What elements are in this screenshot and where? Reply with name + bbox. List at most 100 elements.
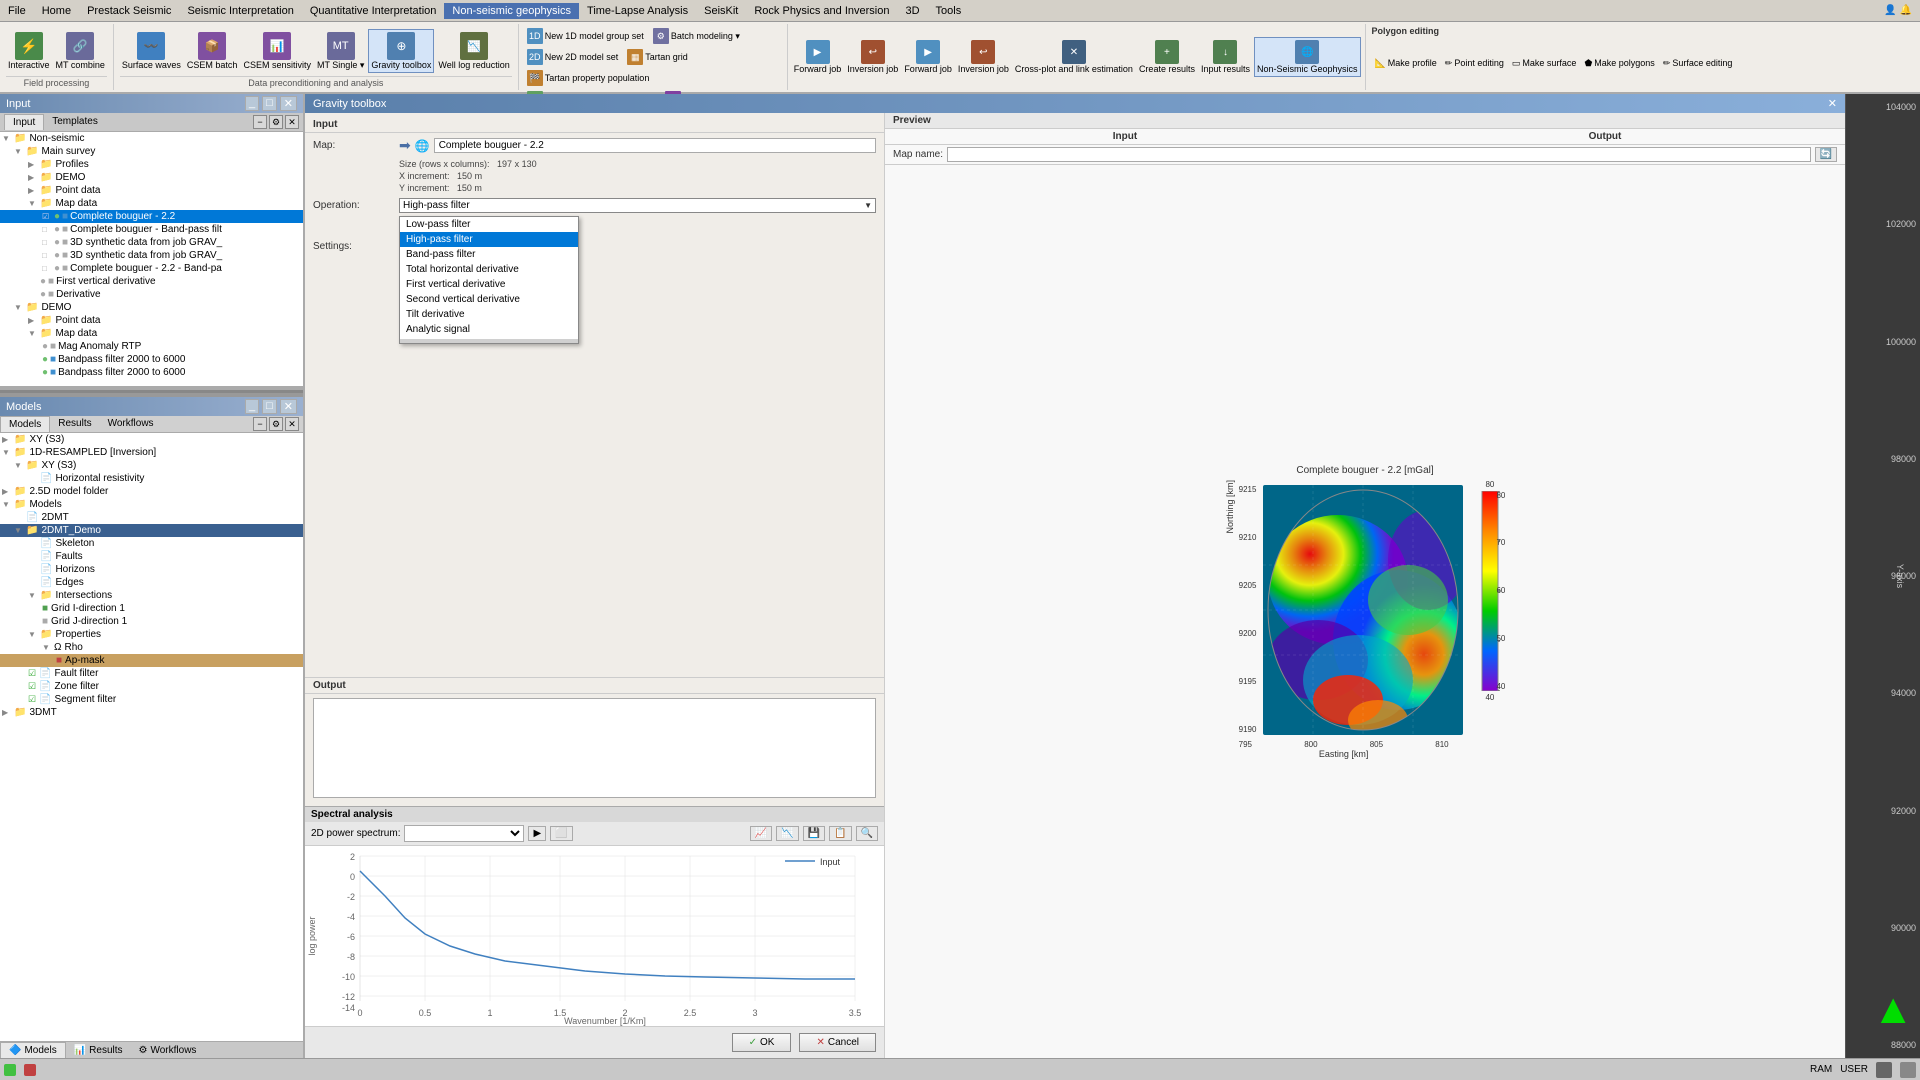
menu-quant[interactable]: Quantitative Interpretation bbox=[302, 3, 445, 19]
tab-templates[interactable]: Templates bbox=[44, 114, 106, 130]
menu-3d[interactable]: 3D bbox=[897, 3, 927, 19]
tree-item-edges[interactable]: 📄 Edges bbox=[0, 576, 303, 589]
tree-item-xy53-2[interactable]: ▼ 📁 XY (S3) bbox=[0, 459, 303, 472]
btn-point-editing[interactable]: ✏Point editing bbox=[1442, 57, 1507, 70]
tree-item-2dmt-demo[interactable]: ▼ 📁 2DMT_Demo bbox=[0, 524, 303, 537]
btn-csem-batch[interactable]: 📦 CSEM batch bbox=[185, 30, 240, 72]
tree-item-demo1[interactable]: ▶ 📁 DEMO bbox=[0, 171, 303, 184]
tree-item-pointdata2[interactable]: ▶ 📁 Point data bbox=[0, 314, 303, 327]
tab-results-bottom[interactable]: 📊 Results bbox=[66, 1042, 131, 1058]
tree-item-bouguer-bandpass[interactable]: □ ●■ Complete bouguer - Band-pass filt bbox=[0, 223, 303, 236]
btn-tartan-prop[interactable]: 🏁 Spectral analysis Tartan property popu… bbox=[523, 68, 654, 88]
tree-item-horizons[interactable]: 📄 Horizons bbox=[0, 563, 303, 576]
tree-item-mapdata2[interactable]: ▼ 📁 Map data bbox=[0, 327, 303, 340]
tree-item-25d-folder[interactable]: ▶ 📁 2.5D model folder bbox=[0, 485, 303, 498]
map-input[interactable] bbox=[434, 138, 876, 153]
tree-item-fault-filter[interactable]: ☑ 📄 Fault filter bbox=[0, 667, 303, 680]
chart-icon2[interactable]: 📉 bbox=[776, 826, 798, 841]
tree-item-ap-mask[interactable]: ■ Ap-mask bbox=[0, 654, 303, 667]
btn-batch-modeling[interactable]: ⚙ Batch modeling ▾ bbox=[649, 26, 744, 46]
operation-dropdown-trigger[interactable]: High-pass filter ▼ bbox=[399, 198, 876, 213]
tree-item-first-vert[interactable]: ●■ First vertical derivative bbox=[0, 275, 303, 288]
btn-interactive[interactable]: ⚡ Interactive bbox=[6, 30, 52, 72]
op-highpass[interactable]: High-pass filter bbox=[400, 232, 578, 247]
menu-rock[interactable]: Rock Physics and Inversion bbox=[746, 3, 897, 19]
btn-make-profile[interactable]: 📐Make profile bbox=[1372, 57, 1440, 70]
tree-item-main-survey[interactable]: ▼ 📁 Main survey bbox=[0, 145, 303, 158]
tab-input[interactable]: Input bbox=[4, 114, 44, 130]
models-close[interactable]: ✕ bbox=[280, 399, 297, 414]
tree-item-faults[interactable]: 📄 Faults bbox=[0, 550, 303, 563]
menu-file[interactable]: File bbox=[0, 3, 34, 19]
tree-item-rho[interactable]: ▼ Ω Rho bbox=[0, 641, 303, 654]
tab-workflows[interactable]: Workflows bbox=[100, 416, 162, 432]
chart-icon1[interactable]: 📈 bbox=[750, 826, 772, 841]
btn-mt-combine[interactable]: 🔗 MT combine bbox=[54, 30, 107, 72]
models-ctrl2[interactable]: ⚙ bbox=[269, 417, 283, 431]
tree-item-1d-resampled[interactable]: ▼ 📁 1D-RESAMPLED [Inversion] bbox=[0, 446, 303, 459]
chart-icon4[interactable]: 📋 bbox=[829, 826, 851, 841]
tree-collapse-all[interactable]: − bbox=[253, 115, 267, 129]
tree-item-properties[interactable]: ▼ 📁 Properties bbox=[0, 628, 303, 641]
models-ctrl3[interactable]: ✕ bbox=[285, 417, 299, 431]
map-name-input[interactable] bbox=[947, 147, 1811, 162]
btn-csem-sens[interactable]: 📊 CSEM sensitivity bbox=[241, 30, 313, 72]
tree-item-bouguer-band2[interactable]: □ ●■ Complete bouguer - 2.2 - Band-pa bbox=[0, 262, 303, 275]
tree-item-horiz-resist[interactable]: 📄 Horizontal resistivity bbox=[0, 472, 303, 485]
btn-2d-model[interactable]: 2D New 2D model set bbox=[523, 47, 623, 67]
btn-input-results[interactable]: ↓ Input results bbox=[1199, 38, 1252, 76]
map-nav-btn[interactable]: ➡ bbox=[399, 137, 411, 154]
btn-make-surface[interactable]: ▭Make surface bbox=[1509, 57, 1580, 70]
tree-item-segment-filter[interactable]: ☑ 📄 Segment filter bbox=[0, 693, 303, 706]
menu-tools[interactable]: Tools bbox=[928, 3, 970, 19]
tree-item-bandpass2[interactable]: ●■ Bandpass filter 2000 to 6000 bbox=[0, 366, 303, 379]
menu-prestack[interactable]: Prestack Seismic bbox=[79, 3, 179, 19]
btn-gravity-toolbox[interactable]: ⊕ Gravity toolbox bbox=[368, 29, 434, 73]
tree-item-mag-anomaly[interactable]: ●■ Mag Anomaly RTP bbox=[0, 340, 303, 353]
op-total-horiz[interactable]: Total horizontal derivative bbox=[400, 262, 578, 277]
spectral-btn1[interactable]: ▶ bbox=[528, 826, 546, 841]
op-analytic[interactable]: Analytic signal bbox=[400, 322, 578, 337]
op-tilt[interactable]: Tilt derivative bbox=[400, 307, 578, 322]
tree-item-grid-i[interactable]: ■ Grid I-direction 1 bbox=[0, 602, 303, 615]
models-maximize[interactable]: □ bbox=[262, 399, 277, 414]
tree-item-3d-synth2[interactable]: □ ●■ 3D synthetic data from job GRAV_ bbox=[0, 249, 303, 262]
tree-item-intersections[interactable]: ▼ 📁 Intersections bbox=[0, 589, 303, 602]
models-minimize[interactable]: _ bbox=[245, 399, 259, 414]
panel-maximize[interactable]: □ bbox=[262, 96, 277, 111]
tree-item-zone-filter[interactable]: ☑ 📄 Zone filter bbox=[0, 680, 303, 693]
menu-seiskit[interactable]: SeisKit bbox=[696, 3, 746, 19]
menu-timelapse[interactable]: Time-Lapse Analysis bbox=[579, 3, 696, 19]
tree-item-profiles[interactable]: ▶ 📁 Profiles bbox=[0, 158, 303, 171]
btn-inversion2[interactable]: ↩ Inversion job bbox=[956, 38, 1011, 76]
op-second-vert[interactable]: Second vertical derivative bbox=[400, 292, 578, 307]
tree-item-pointdata[interactable]: ▶ 📁 Point data bbox=[0, 184, 303, 197]
chart-icon3[interactable]: 💾 bbox=[803, 826, 825, 841]
btn-tartan-grid[interactable]: ▦ Tartan grid bbox=[623, 47, 692, 67]
map-selector-icon[interactable]: 🌐 bbox=[415, 139, 430, 153]
tree-scrollbar[interactable] bbox=[0, 386, 303, 390]
tree-item-2dmt[interactable]: 📄 2DMT bbox=[0, 511, 303, 524]
menu-nonseismic[interactable]: Non-seismic geophysics bbox=[444, 3, 579, 19]
tree-close[interactable]: ✕ bbox=[285, 115, 299, 129]
btn-create-results[interactable]: + Create results bbox=[1137, 38, 1197, 76]
gravity-close-btn[interactable]: ✕ bbox=[1828, 97, 1837, 110]
btn-nonseismic-geophys[interactable]: 🌐 Non-Seismic Geophysics bbox=[1254, 37, 1361, 77]
spectral-btn2[interactable]: ⬜ bbox=[550, 826, 572, 841]
tree-item-grid-j[interactable]: ■ Grid J-direction 1 bbox=[0, 615, 303, 628]
cancel-button[interactable]: ✕ Cancel bbox=[799, 1033, 876, 1052]
tree-item-mapdata[interactable]: ▼ 📁 Map data bbox=[0, 197, 303, 210]
menu-home[interactable]: Home bbox=[34, 3, 79, 19]
tree-item-complete-bouguer[interactable]: ☑ ●■ Complete bouguer - 2.2 bbox=[0, 210, 303, 223]
btn-well-log[interactable]: 📉 Well log reduction bbox=[436, 30, 511, 72]
btn-1d-model[interactable]: 1D New 1D model group set bbox=[523, 26, 648, 46]
btn-surface-editing[interactable]: ✏Surface editing bbox=[1660, 57, 1736, 70]
models-ctrl1[interactable]: − bbox=[253, 417, 267, 431]
op-bandpass[interactable]: Band-pass filter bbox=[400, 247, 578, 262]
tab-models[interactable]: Models bbox=[0, 416, 50, 432]
op-lowpass[interactable]: Low-pass filter bbox=[400, 217, 578, 232]
btn-forward-job[interactable]: ▶ Forward job bbox=[792, 38, 844, 76]
tab-workflows-bottom[interactable]: ⚙ Workflows bbox=[131, 1042, 205, 1058]
tree-item-3d-synth1[interactable]: □ ●■ 3D synthetic data from job GRAV_ bbox=[0, 236, 303, 249]
tree-item-nonseismic[interactable]: ▼ 📁 Non-seismic bbox=[0, 132, 303, 145]
